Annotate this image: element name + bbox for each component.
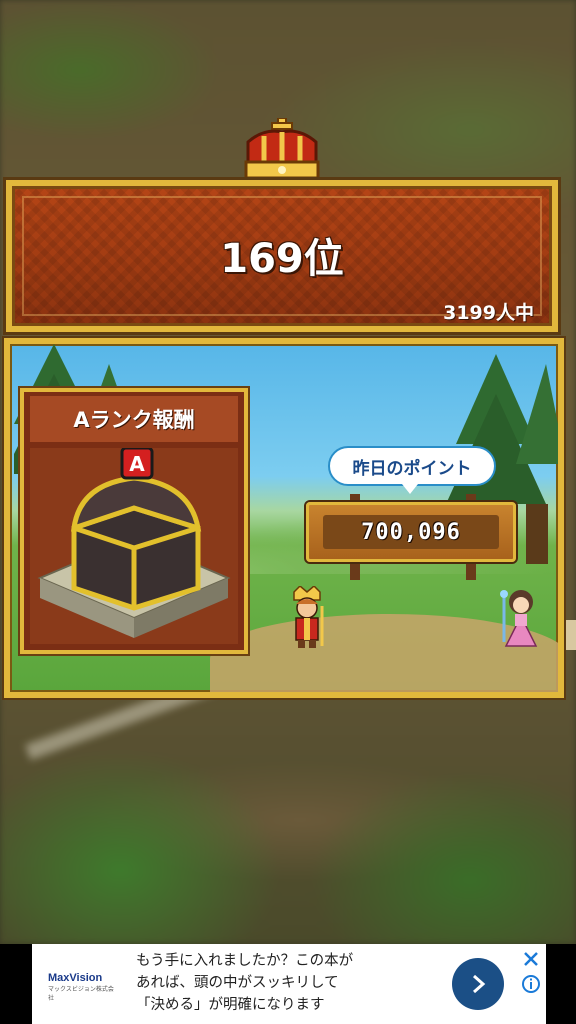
reward-art: A [30, 446, 238, 644]
ad-logo-subtext: マックスビジョン株式会社 [48, 987, 114, 1002]
rank-value: 169位 [220, 236, 344, 282]
ad-line-1: もう手に入れましたか？この本が [136, 953, 354, 969]
side-edge-tab[interactable] [566, 620, 576, 650]
total-participants: 3199人中 [443, 302, 534, 324]
reward-title: Aランク報酬 [30, 396, 238, 442]
rank-banner: 169位 3199人中 [6, 180, 558, 332]
ad-go-button[interactable] [452, 958, 504, 1010]
info-icon[interactable] [521, 974, 541, 994]
ad-banner[interactable]: MaxVision マックスビジョン株式会社 もう手に入れましたか？この本が あ… [0, 944, 576, 1024]
close-icon[interactable] [522, 950, 540, 968]
crown-icon [244, 118, 320, 180]
chest-rank-badge: A [129, 452, 145, 476]
points-value: 700,096 [323, 515, 499, 549]
ad-text[interactable]: もう手に入れましたか？この本が あれば、頭の中がスッキリして 「決める」が明確に… [136, 950, 426, 1016]
ad-content[interactable]: MaxVision マックスビジョン株式会社 もう手に入れましたか？この本が あ… [32, 944, 546, 1024]
reward-card[interactable]: Aランク報酬 A [20, 388, 248, 654]
ad-logo: MaxVision マックスビジョン株式会社 [48, 972, 118, 1002]
ad-logo-text: MaxVision [48, 972, 103, 984]
chevron-right-icon [473, 974, 486, 994]
ad-line-2: あれば、頭の中がスッキリして [136, 975, 339, 991]
points-label-bubble: 昨日のポイント [328, 446, 496, 486]
treasure-chest-icon: A [37, 446, 231, 638]
princess-character[interactable] [500, 586, 542, 648]
ad-line-3: 「決める」が明確になります [136, 997, 325, 1013]
bubble-tail [402, 484, 418, 494]
king-character[interactable] [284, 586, 330, 650]
points-signboard: 700,096 [306, 502, 516, 562]
